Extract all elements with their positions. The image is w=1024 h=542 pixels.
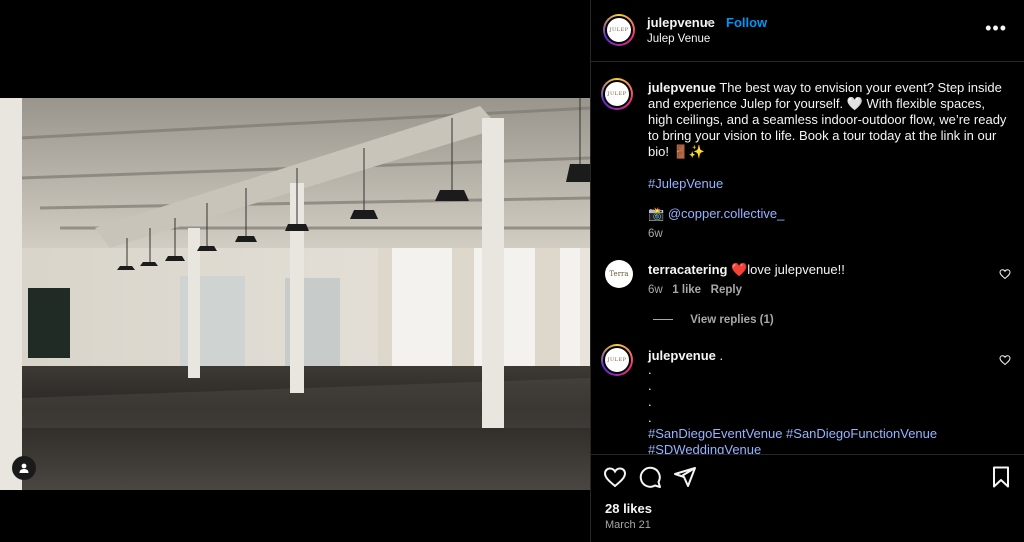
dots-list: . . . . (648, 362, 988, 426)
post-side-panel: JULEP julepvenue • Follow Julep Venue ••… (590, 0, 1024, 542)
comment-username[interactable]: terracatering (648, 262, 727, 277)
comment-meta: 6w 1 like Reply (648, 284, 988, 296)
dot-line: . (648, 362, 652, 377)
reply-button[interactable]: Reply (711, 284, 742, 296)
comment-body: terracatering ❤️love julepvenue!! (648, 262, 988, 278)
credit-handle-link[interactable]: @copper.collective_ (668, 206, 785, 221)
comment-like-heart-icon[interactable] (999, 268, 1011, 280)
commenter-avatar[interactable]: Terra (605, 260, 633, 288)
location-label[interactable]: Julep Venue (647, 33, 710, 45)
more-options-icon[interactable]: ••• (985, 18, 1007, 39)
avatar-logo: JULEP (605, 16, 633, 44)
camera-emoji: 📸 (648, 206, 665, 221)
dot-line: . (648, 378, 652, 393)
hashtags-block: #SanDiegoEventVenue #SanDiegoFunctionVen… (648, 426, 988, 454)
author-avatar[interactable]: JULEP (603, 14, 635, 46)
comment-username[interactable]: julepvenue (648, 348, 716, 363)
heart-icon[interactable] (603, 465, 627, 489)
dot-line: . (648, 410, 652, 425)
comment-time: 6w (648, 284, 663, 296)
photo-credit-row: 📸 @copper.collective_ (648, 206, 988, 222)
comment-like-heart-icon[interactable] (999, 354, 1011, 366)
user-tag-button[interactable] (12, 456, 36, 480)
caption-username[interactable]: julepvenue (648, 80, 716, 95)
action-bar: 28 likes March 21 (591, 454, 1024, 542)
author-username[interactable]: julepvenue (647, 15, 715, 30)
caption-hashtag-row: #JulepVenue (648, 176, 988, 191)
replies-line (653, 319, 673, 321)
post-date[interactable]: March 21 (605, 519, 651, 531)
venue-photo[interactable] (0, 98, 590, 490)
hashtag-link[interactable]: #JulepVenue (648, 176, 723, 191)
avatar-logo: JULEP (603, 80, 631, 108)
hashtags-line[interactable]: #SDWeddingVenue (648, 442, 988, 454)
venue-interior-image (0, 98, 590, 490)
caption-avatar[interactable]: JULEP (601, 78, 633, 110)
dot-line: . (648, 394, 652, 409)
view-replies-button[interactable]: View replies (1) (690, 314, 774, 326)
follow-button[interactable]: Follow (726, 15, 767, 30)
view-replies-row[interactable]: View replies (1) (653, 314, 993, 326)
hashtags-line[interactable]: #SanDiegoEventVenue #SanDiegoFunctionVen… (648, 426, 988, 442)
comment-body: julepvenue . (648, 348, 988, 363)
comment-text: . (719, 348, 724, 363)
post-header: JULEP julepvenue • Follow Julep Venue ••… (591, 0, 1024, 62)
caption-time: 6w (648, 228, 663, 240)
likes-count[interactable]: 28 likes (605, 501, 652, 516)
post-media (0, 0, 590, 542)
avatar-logo: JULEP (603, 346, 631, 374)
user-tag-icon (19, 463, 29, 473)
comment-icon[interactable] (638, 465, 662, 489)
commenter-avatar[interactable]: JULEP (601, 344, 633, 376)
comment-likes[interactable]: 1 like (672, 284, 701, 296)
share-icon[interactable] (673, 465, 697, 489)
caption: julepvenue The best way to envision your… (648, 80, 1013, 160)
comments-list[interactable]: JULEP julepvenue The best way to envisio… (591, 62, 1024, 454)
separator-dot: • (706, 15, 711, 30)
comment-text: ❤️love julepvenue!! (731, 262, 845, 277)
bookmark-icon[interactable] (989, 465, 1013, 489)
